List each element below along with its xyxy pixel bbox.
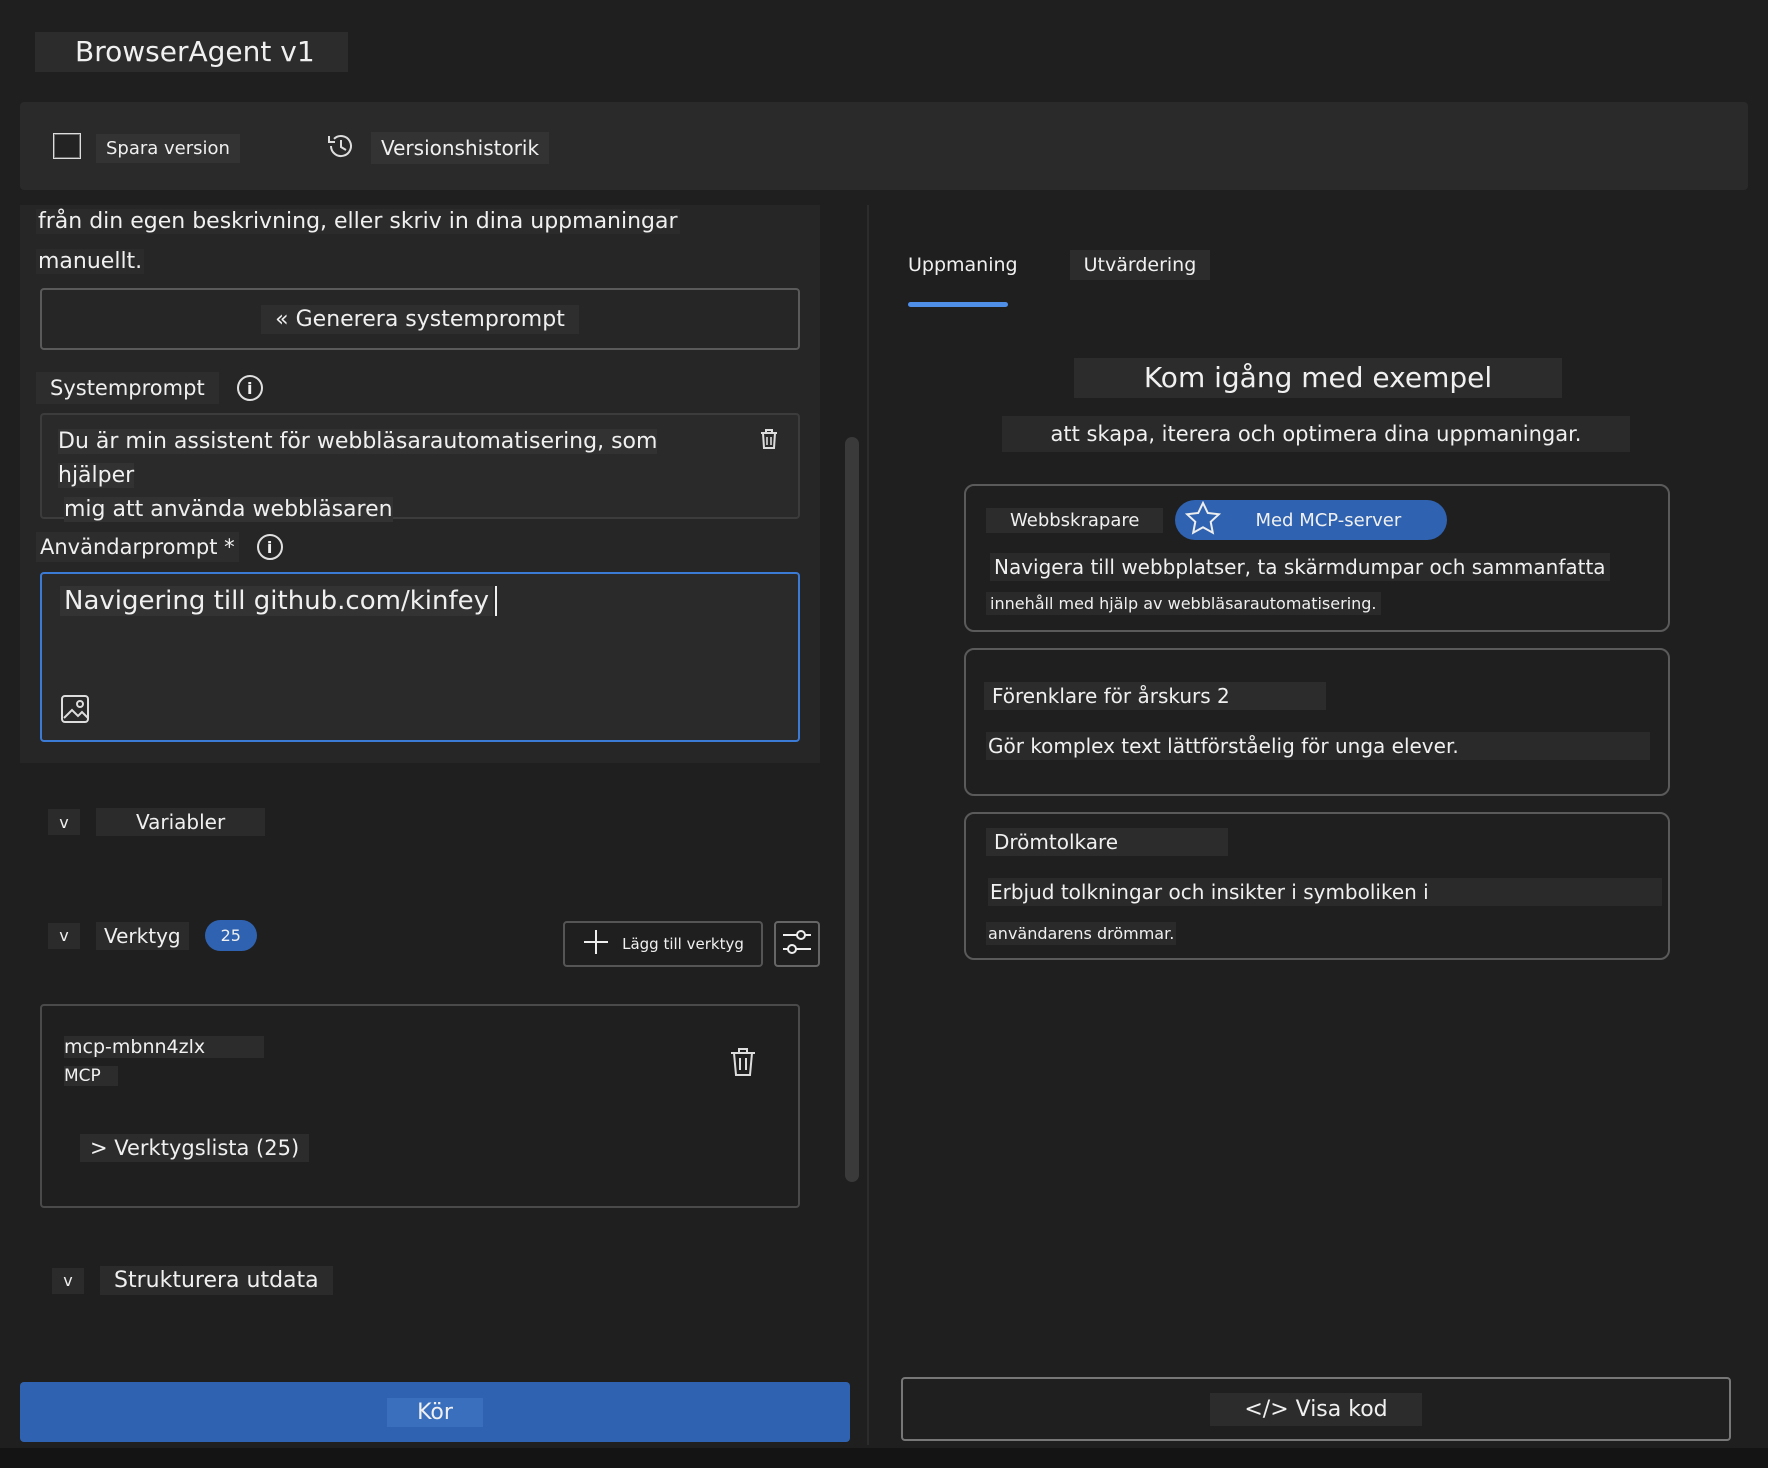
card-description: Gör komplex text lättförståelig för unga… (986, 732, 1650, 760)
save-icon (52, 131, 82, 166)
save-version-button[interactable]: Spara version (52, 130, 240, 166)
mcp-badge-label: Med MCP-server (1255, 509, 1402, 531)
run-button[interactable]: Kör (20, 1382, 850, 1442)
tool-type: MCP (64, 1066, 118, 1086)
variables-section[interactable]: v Variabler (48, 808, 266, 836)
tool-card: mcp-mbnn4zlx MCP > Verktygslista (25) (40, 1004, 800, 1208)
tab-prompt[interactable]: Uppmaning (906, 250, 1020, 280)
add-tool-button[interactable]: Lägg till verktyg (563, 921, 763, 967)
structured-output-section[interactable]: v Strukturera utdata (52, 1266, 333, 1295)
user-prompt-header: Användarprompt * i (36, 532, 283, 562)
app-title: BrowserAgent v1 (35, 32, 348, 72)
intro-line-2: manuellt. (36, 249, 145, 274)
generate-label: « Generera systemprompt (261, 304, 579, 334)
info-icon[interactable]: i (236, 375, 263, 401)
generate-system-prompt-button[interactable]: « Generera systemprompt (40, 288, 800, 350)
tab-bar: Uppmaning Utvärdering (906, 250, 1211, 280)
view-code-button[interactable]: </> Visa kod (901, 1377, 1731, 1441)
card-desc-line-1: Navigera till webbplatser, ta skärmdumpa… (990, 553, 1610, 581)
example-card-dream-interpreter[interactable]: Drömtolkare Erbjud tolkningar och insikt… (964, 812, 1670, 960)
save-version-label: Spara version (96, 133, 240, 163)
info-icon[interactable]: i (256, 534, 283, 560)
system-prompt-header: Systemprompt i (36, 372, 263, 404)
tools-count-badge: 25 (204, 920, 257, 951)
card-title: Webbskrapare (986, 507, 1164, 533)
tool-list-toggle[interactable]: > Verktygslista (25) (80, 1134, 310, 1162)
system-prompt-field[interactable]: Du är min assistent för webbläsarautomat… (40, 413, 800, 522)
card-desc-line-2: innehåll med hjälp av webbläsarautomatis… (986, 592, 1381, 615)
chevron-down-icon: v (52, 1267, 84, 1294)
run-label: Kör (387, 1397, 483, 1427)
system-prompt-line-1: Du är min assistent för webbläsarautomat… (58, 429, 658, 488)
trash-icon[interactable] (758, 427, 780, 462)
example-card-simplifier[interactable]: Förenklare för årskurs 2 Gör komplex tex… (964, 648, 1670, 796)
bottom-bar (0, 1448, 1768, 1468)
image-icon[interactable] (60, 694, 90, 731)
active-tab-indicator (908, 302, 1008, 307)
version-history-label: Versionshistorik (371, 132, 550, 164)
chevron-down-icon: v (48, 922, 80, 949)
sliders-icon (781, 926, 813, 962)
add-tool-label: Lägg till verktyg (622, 935, 744, 953)
tool-settings-button[interactable] (774, 921, 820, 967)
tab-evaluation[interactable]: Utvärdering (1069, 250, 1211, 280)
card-description: Navigera till webbplatser, ta skärmdumpa… (990, 548, 1610, 586)
tool-name: mcp-mbnn4zlx (64, 1036, 264, 1058)
version-history-button[interactable]: Versionshistorik (325, 130, 550, 167)
user-prompt-label: Användarprompt * (36, 532, 239, 562)
card-title: Förenklare för årskurs 2 (984, 682, 1326, 710)
user-prompt-value: Navigering till github.com/kinfey (60, 586, 494, 616)
examples-subheading: att skapa, iterera och optimera dina upp… (1002, 416, 1630, 452)
panel-divider (867, 205, 869, 1445)
example-card-web-scraper[interactable]: Webbskrapare Med MCP-server Navigera til… (964, 484, 1670, 632)
trash-icon[interactable] (728, 1046, 758, 1082)
history-icon (325, 130, 357, 167)
card-description: Erbjud tolkningar och insikter i symboli… (988, 878, 1662, 906)
examples-heading: Kom igång med exempel (1074, 358, 1562, 398)
user-prompt-input[interactable]: Navigering till github.com/kinfey (40, 572, 800, 742)
card-title: Drömtolkare (986, 828, 1229, 856)
structured-output-label: Strukturera utdata (100, 1266, 333, 1295)
system-prompt-line-2: mig att använda webbläsaren (64, 497, 393, 522)
star-icon (1185, 500, 1222, 540)
variables-label: Variabler (96, 808, 266, 836)
chevron-down-icon: v (48, 809, 80, 835)
left-scrollbar[interactable] (845, 437, 859, 1182)
card-desc-line-2: användarens drömmar. (986, 922, 1177, 945)
system-prompt-label: Systemprompt (36, 372, 219, 404)
tools-section[interactable]: v Verktyg 25 (48, 920, 257, 951)
tools-label: Verktyg (96, 921, 189, 950)
view-code-label: </> Visa kod (1210, 1392, 1422, 1426)
toolbar: Spara version Versionshistorik (20, 102, 1748, 190)
mcp-badge: Med MCP-server (1175, 500, 1448, 540)
intro-text: från din egen beskrivning, eller skriv i… (36, 202, 680, 282)
intro-line-1: från din egen beskrivning, eller skriv i… (36, 209, 680, 234)
plus-icon (582, 928, 610, 960)
